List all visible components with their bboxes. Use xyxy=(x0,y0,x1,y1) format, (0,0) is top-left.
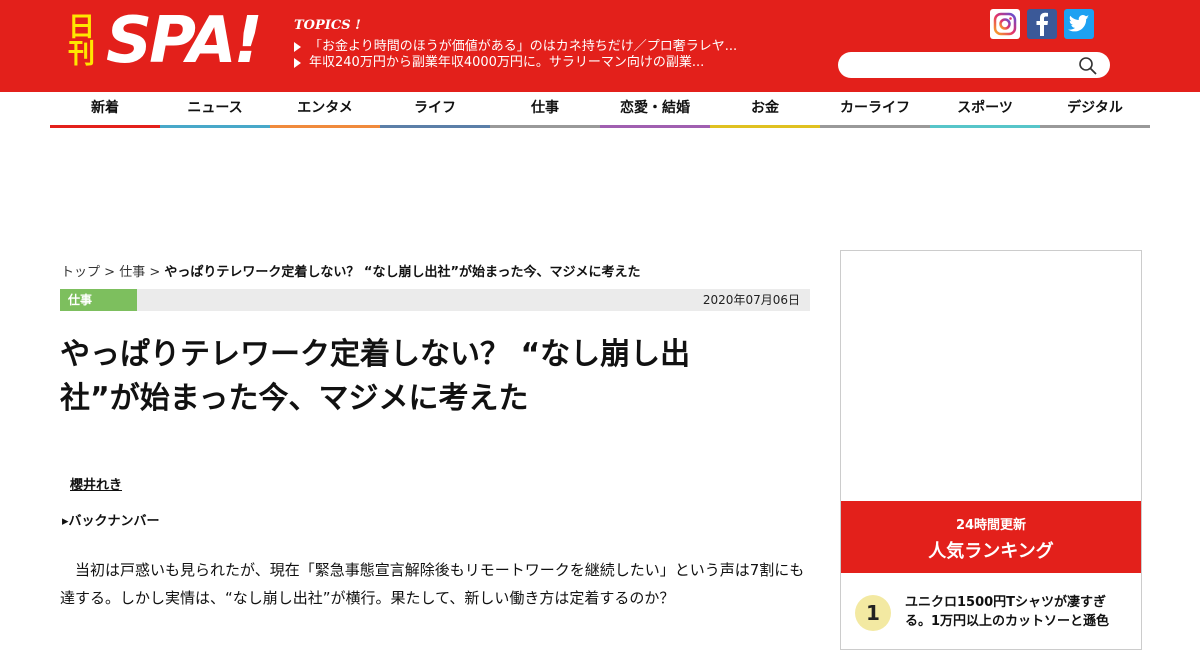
author-link[interactable]: 櫻井れき xyxy=(70,474,122,493)
facebook-icon[interactable] xyxy=(1027,9,1057,39)
backnumber-link[interactable]: ▸バックナンバー xyxy=(62,510,160,529)
nav-item-money[interactable]: お金 xyxy=(710,92,820,128)
ranking-header: 24時間更新 人気ランキング xyxy=(841,501,1141,573)
breadcrumb-home[interactable]: トップ xyxy=(61,265,100,280)
topic-text: 「お金より時間のほうが価値がある」のはカネ持ちだけ／プロ奢ラレヤ... xyxy=(309,39,738,54)
category-bar: 仕事 2020年07月06日 xyxy=(60,289,810,311)
article-lead: 当初は戸惑いも見られたが、現在「緊急事態宣言解除後もリモートワークを継続したい」… xyxy=(60,561,805,607)
nav-item-carlife[interactable]: カーライフ xyxy=(820,92,930,128)
nav-item-new[interactable]: 新着 xyxy=(50,92,160,128)
topics-title: TOPICS ! xyxy=(294,18,361,33)
site-header: 日刊 SPA! TOPICS ! 「お金より時間のほうが価値がある」のはカネ持ち… xyxy=(0,0,1200,92)
ranking-title: 人気ランキング xyxy=(928,541,1054,562)
triangle-icon xyxy=(294,42,301,52)
topic-link[interactable]: 年収240万円から副業年収4000万円に。サラリーマン向けの副業... xyxy=(294,55,814,71)
instagram-icon[interactable] xyxy=(990,9,1020,39)
publish-date: 2020年07月06日 xyxy=(702,293,800,307)
breadcrumb-separator: > xyxy=(100,265,120,280)
nav-item-news[interactable]: ニュース xyxy=(160,92,270,128)
article-title-line: 社”が始まった今、マジメに考えた xyxy=(60,381,529,416)
twitter-icon[interactable] xyxy=(1064,9,1094,39)
search-input[interactable] xyxy=(850,55,1074,77)
sidebar: 24時間更新 人気ランキング 1 ユニクロ1500円Tシャツが凄すぎる。1万円以… xyxy=(840,250,1142,650)
site-logo[interactable]: 日刊 SPA! xyxy=(68,6,263,76)
search-icon[interactable] xyxy=(1078,56,1098,76)
rank-number-badge: 1 xyxy=(855,595,891,631)
search-box[interactable] xyxy=(838,52,1110,78)
breadcrumb-separator: > xyxy=(145,265,165,280)
nav-item-entame[interactable]: エンタメ xyxy=(270,92,380,128)
breadcrumb: トップ > 仕事 > やっぱりテレワーク定着しない？ “なし崩し出社”が始まった… xyxy=(61,261,640,280)
ranking-item-title: ユニクロ1500円Tシャツが凄すぎる。1万円以上のカットソーと遜色 xyxy=(905,595,1110,629)
ranking-subtitle: 24時間更新 xyxy=(955,518,1027,533)
logo-spa: SPA! xyxy=(106,4,263,78)
topics-box: TOPICS ! 「お金より時間のほうが価値がある」のはカネ持ちだけ／プロ奢ラレ… xyxy=(294,18,814,71)
nav-item-sports[interactable]: スポーツ xyxy=(930,92,1040,128)
triangle-icon xyxy=(294,58,301,68)
article-title-line: やっぱりテレワーク定着しない？ “なし崩し出 xyxy=(60,337,691,372)
article-title: やっぱりテレワーク定着しない？ “なし崩し出 社”が始まった今、マジメに考えた xyxy=(60,333,760,421)
logo-nikkan: 日刊 xyxy=(68,12,95,70)
category-tag[interactable]: 仕事 xyxy=(60,289,137,311)
nav-item-love[interactable]: 恋愛・結婚 xyxy=(600,92,710,128)
nav-item-life[interactable]: ライフ xyxy=(380,92,490,128)
topic-link[interactable]: 「お金より時間のほうが価値がある」のはカネ持ちだけ／プロ奢ラレヤ... xyxy=(294,39,814,55)
breadcrumb-current: やっぱりテレワーク定着しない？ “なし崩し出社”が始まった今、マジメに考えた xyxy=(164,265,641,280)
topic-text: 年収240万円から副業年収4000万円に。サラリーマン向けの副業... xyxy=(309,55,705,70)
nav-item-work[interactable]: 仕事 xyxy=(490,92,600,128)
category-nav: 新着 ニュース エンタメ ライフ 仕事 恋愛・結婚 お金 カーライフ スポーツ … xyxy=(50,92,1150,128)
nav-item-digital[interactable]: デジタル xyxy=(1040,92,1150,128)
breadcrumb-category[interactable]: 仕事 xyxy=(119,265,145,280)
